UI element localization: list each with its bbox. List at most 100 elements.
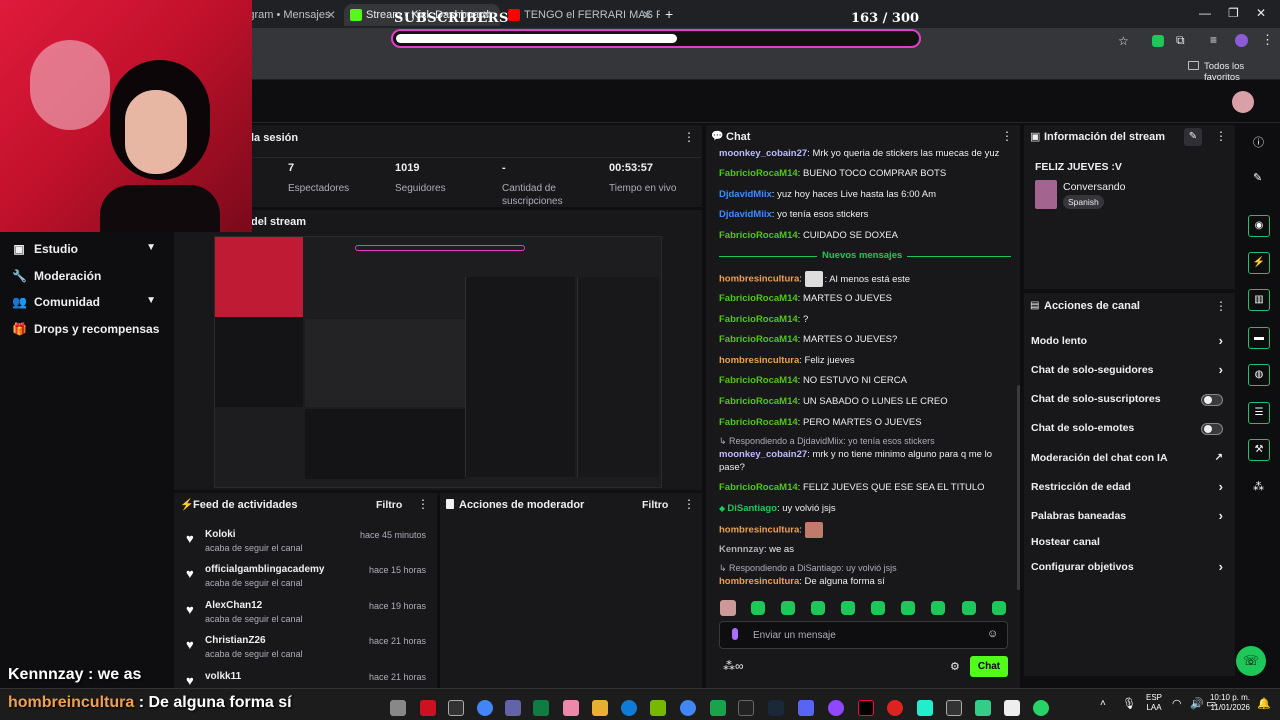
epic-icon[interactable] [738, 700, 754, 716]
support-icon[interactable]: ☏ [1236, 646, 1266, 676]
emote-button[interactable] [751, 601, 765, 615]
emote-button[interactable] [871, 601, 885, 615]
emote-button[interactable] [901, 601, 915, 615]
nav-drops[interactable]: 🎁 Drops y recompensas [12, 322, 172, 336]
broadcast-icon[interactable]: ◍ [1248, 364, 1270, 386]
app-icon[interactable] [420, 700, 436, 716]
emotes-only-toggle[interactable] [1201, 423, 1223, 435]
steam-icon[interactable] [768, 700, 784, 716]
calendar-icon[interactable] [448, 700, 464, 716]
teams-icon[interactable] [505, 700, 521, 716]
folder-icon[interactable] [592, 700, 608, 716]
mod-filter-button[interactable]: Filtro [642, 499, 668, 511]
followers-only-row[interactable]: Chat de solo-seguidores › [1031, 362, 1231, 377]
emote-button[interactable] [811, 601, 825, 615]
close-icon[interactable]: ✕ [642, 4, 652, 26]
close-window-icon[interactable]: ✕ [1256, 6, 1266, 20]
pencil-icon[interactable]: ✎ [1253, 171, 1262, 184]
camera-icon[interactable]: ◉ [1248, 215, 1270, 237]
app-icon[interactable] [533, 700, 549, 716]
profile-avatar[interactable] [1235, 34, 1248, 47]
app-icon[interactable] [390, 700, 406, 716]
notion-icon[interactable] [1004, 700, 1020, 716]
emote-button[interactable] [962, 601, 976, 615]
feed-filter-button[interactable]: Filtro [376, 499, 402, 511]
chat-scrollbar[interactable] [1017, 385, 1020, 590]
host-channel-row[interactable]: Hostear canal [1031, 536, 1231, 548]
age-restriction-row[interactable]: Restricción de edad › [1031, 479, 1231, 494]
volume-icon[interactable]: 🔊 [1190, 697, 1204, 710]
clipboard-icon[interactable]: ▥ [1248, 289, 1270, 311]
list-item[interactable]: ♥ Koloki acaba de seguir el canal hace 4… [186, 529, 430, 565]
all-bookmarks[interactable]: Todos los favoritos [1204, 61, 1280, 83]
list-item[interactable]: ♥ ChristianZ26 acaba de seguir el canal … [186, 635, 430, 671]
extensions-icon[interactable]: ⧉ [1176, 33, 1185, 48]
tiktok-icon[interactable] [858, 700, 874, 716]
microphone-icon[interactable]: 🎙 [1122, 697, 1136, 710]
banned-words-row[interactable]: Palabras baneadas › [1031, 508, 1231, 523]
chat-input[interactable]: Enviar un mensaje ☺ [719, 621, 1008, 649]
points-icon[interactable]: ⁂∞ [723, 659, 744, 673]
list-item[interactable]: ♥ AlexChan12 acaba de seguir el canal ha… [186, 600, 430, 636]
list-item[interactable]: ♥ volkk11 hace 21 horas [186, 671, 430, 688]
media-icon[interactable]: ≡ [1210, 33, 1217, 47]
gear-icon[interactable]: ⚙ [950, 660, 960, 673]
emote-button[interactable] [931, 601, 945, 615]
more-icon[interactable]: ⋮ [417, 497, 429, 511]
maximize-icon[interactable]: ❐ [1228, 6, 1239, 20]
minimize-icon[interactable]: — [1199, 6, 1211, 20]
ai-moderation-row[interactable]: Moderación del chat con IA ↗ [1031, 452, 1231, 464]
language-indicator[interactable]: ESP LAA [1146, 693, 1162, 713]
menu-icon[interactable]: ⋮ [1261, 32, 1274, 48]
category-name[interactable]: Conversando [1063, 181, 1125, 193]
nvidia-icon[interactable] [650, 700, 666, 716]
edge-icon[interactable] [621, 700, 637, 716]
nav-comunidad[interactable]: 👥 Comunidad ▼ [12, 295, 164, 309]
emote-avatar[interactable] [720, 600, 736, 616]
wrench-icon[interactable]: ⚒ [1248, 439, 1270, 461]
new-tab-button[interactable]: + [665, 6, 673, 22]
notification-icon[interactable]: 🔔 [1257, 697, 1271, 710]
lightning-icon[interactable]: ⚡ [1248, 252, 1270, 274]
close-icon[interactable]: ✕ [326, 4, 336, 26]
stream-video[interactable] [214, 236, 662, 488]
goals-row[interactable]: Configurar objetivos › [1031, 559, 1231, 574]
chevron-up-icon[interactable]: ˄ [1100, 698, 1106, 709]
more-options-icon[interactable]: ⁂ [1253, 480, 1264, 493]
list-item[interactable]: ♥ officialgamblingacademy acaba de segui… [186, 564, 430, 600]
emote-button[interactable] [841, 601, 855, 615]
more-icon[interactable]: ⋮ [683, 497, 695, 511]
slow-mode-row[interactable]: Modo lento › [1031, 333, 1231, 348]
copilot-icon[interactable] [563, 700, 579, 716]
more-icon[interactable]: ⋮ [1001, 129, 1013, 143]
send-chat-button[interactable]: Chat [970, 656, 1008, 677]
chrome-icon[interactable] [477, 700, 493, 716]
more-icon[interactable]: ⋮ [1215, 299, 1227, 313]
app-icon[interactable] [946, 700, 962, 716]
nav-moderacion[interactable]: 🔧 Moderación [12, 269, 164, 283]
twitch-icon[interactable] [828, 700, 844, 716]
emote-button[interactable] [781, 601, 795, 615]
shield-icon[interactable] [1152, 35, 1164, 47]
app-icon[interactable] [917, 700, 933, 716]
more-icon[interactable]: ⋮ [683, 130, 695, 144]
app-icon[interactable] [975, 700, 991, 716]
user-avatar[interactable] [1232, 91, 1254, 113]
edit-icon[interactable]: ✎ [1184, 128, 1202, 146]
tab-youtube[interactable]: TENGO el FERRARI MAS RAPID ✕ [502, 4, 660, 26]
microphone-icon[interactable] [732, 628, 738, 640]
app-icon[interactable] [887, 700, 903, 716]
emoji-icon[interactable]: ☺ [987, 628, 998, 640]
chrome-icon[interactable] [680, 700, 696, 716]
discord-icon[interactable] [798, 700, 814, 716]
subs-only-toggle[interactable] [1201, 394, 1223, 406]
app-icon[interactable] [710, 700, 726, 716]
info-icon[interactable]: ⓘ [1253, 134, 1264, 150]
chat-bubble-icon[interactable]: ▬ [1248, 327, 1270, 349]
nav-estudio[interactable]: ▣ Estudio ▼ [12, 242, 164, 256]
more-icon[interactable]: ⋮ [1215, 129, 1227, 143]
emote-button[interactable] [992, 601, 1006, 615]
whatsapp-icon[interactable] [1033, 700, 1049, 716]
star-icon[interactable]: ☆ [1118, 34, 1129, 48]
clock[interactable]: 10:10 p. m. 11/01/2026 [1208, 693, 1250, 713]
